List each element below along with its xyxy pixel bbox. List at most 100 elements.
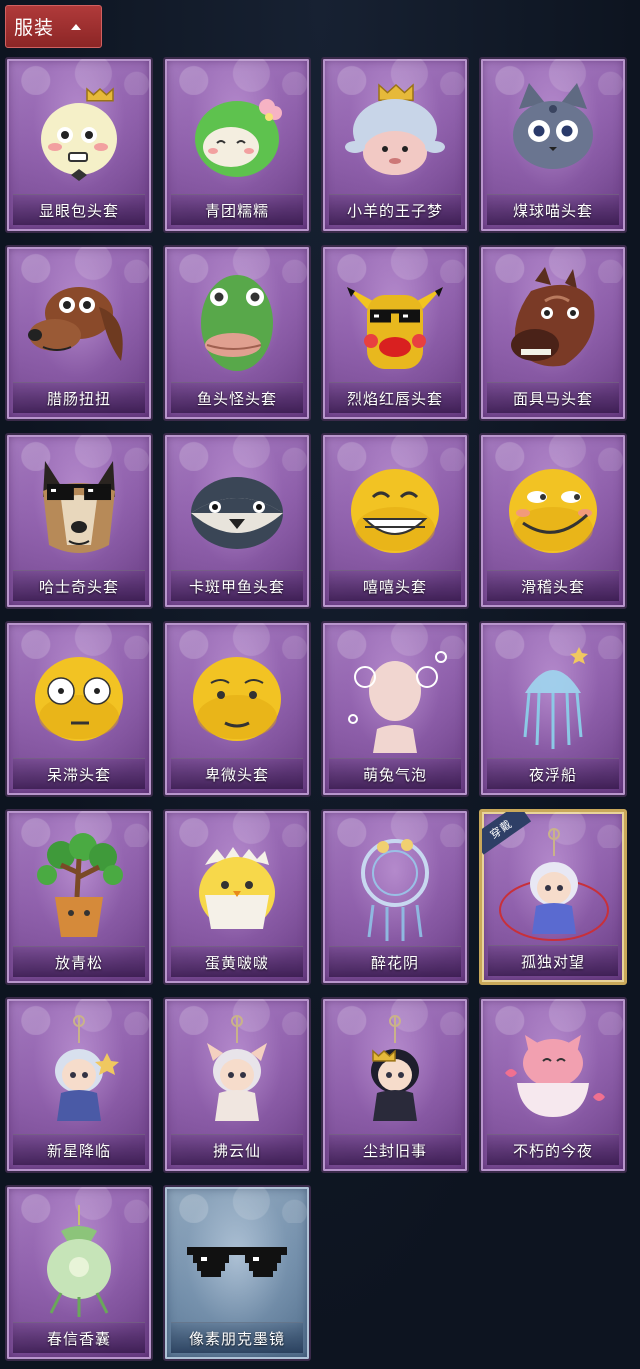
item-label: 滑稽头套 — [520, 577, 585, 596]
item-label: 煤球喵头套 — [512, 201, 593, 220]
item-card[interactable]: 鱼头怪头套 — [163, 245, 311, 421]
item-label-bar: 青团糯糯 — [171, 194, 303, 225]
chick-eggshell-icon — [199, 847, 275, 929]
item-label-bar: 呆滞头套 — [13, 758, 145, 789]
item-label: 小羊的王子梦 — [346, 201, 443, 220]
item-card[interactable]: 煤球喵头套 — [479, 57, 627, 233]
item-card[interactable]: 腊肠扭扭 — [5, 245, 153, 421]
gray-cat-head-icon — [513, 83, 593, 169]
bonsai-pine-icon — [37, 833, 123, 937]
item-card[interactable]: 面具马头套 — [479, 245, 627, 421]
item-card[interactable]: 尘封旧事 — [321, 997, 469, 1173]
item-label: 新星降临 — [46, 1141, 111, 1160]
item-label-bar: 蛋黄啵啵 — [171, 946, 303, 977]
dachshund-head-icon — [28, 287, 123, 361]
item-card[interactable]: 放青松 — [5, 809, 153, 985]
husky-sunglasses-icon — [43, 461, 115, 553]
item-label-bar: 面具马头套 — [487, 382, 619, 413]
item-card[interactable]: 卡斑甲鱼头套 — [163, 433, 311, 609]
chevron-up-icon — [71, 23, 82, 30]
item-label: 放青松 — [54, 953, 103, 972]
item-label: 蛋黄啵啵 — [204, 953, 269, 972]
item-card[interactable]: 拂云仙 — [163, 997, 311, 1173]
jellyfish-icon — [523, 647, 588, 749]
green-blob-flower-icon — [195, 99, 282, 177]
yellow-mouse-sunglasses-icon — [347, 287, 443, 369]
item-label: 青团糯糯 — [204, 201, 269, 220]
item-label: 卑微头套 — [204, 765, 269, 784]
horse-head-icon — [511, 267, 595, 367]
item-label-bar: 显眼包头套 — [13, 194, 145, 225]
fish-head-icon — [201, 275, 273, 371]
item-card[interactable]: 小羊的王子梦 — [321, 57, 469, 233]
item-card[interactable]: 滑稽头套 — [479, 433, 627, 609]
item-label-bar: 萌兔气泡 — [329, 758, 461, 789]
item-card[interactable]: 蛋黄啵啵 — [163, 809, 311, 985]
item-card[interactable]: 哈士奇头套 — [5, 433, 153, 609]
item-label-bar: 煤球喵头套 — [487, 194, 619, 225]
item-label-bar: 不朽的今夜 — [487, 1134, 619, 1165]
item-label: 萌兔气泡 — [362, 765, 427, 784]
item-card[interactable]: 嘻嘻头套 — [321, 433, 469, 609]
item-label-bar: 像素朋克墨镜 — [171, 1322, 303, 1353]
item-label-bar: 拂云仙 — [171, 1134, 303, 1165]
item-label-bar: 卡斑甲鱼头套 — [171, 570, 303, 601]
item-label-bar: 放青松 — [13, 946, 145, 977]
item-card[interactable]: 烈焰红唇头套 — [321, 245, 469, 421]
item-label: 夜浮船 — [528, 765, 577, 784]
sheep-crown-icon — [345, 83, 445, 175]
fox-doll-charm-icon — [207, 1015, 267, 1121]
doll-charm-icon — [499, 828, 609, 941]
item-label-bar: 小羊的王子梦 — [329, 194, 461, 225]
item-label-bar: 春信香囊 — [13, 1322, 145, 1353]
item-label: 嘻嘻头套 — [362, 577, 427, 596]
item-label: 春信香囊 — [46, 1329, 111, 1348]
item-card[interactable]: 青团糯糯 — [163, 57, 311, 233]
item-label: 卡斑甲鱼头套 — [188, 577, 285, 596]
round-face-crown-icon — [41, 87, 117, 181]
item-label: 像素朋克墨镜 — [188, 1329, 285, 1348]
item-label-bar: 卑微头套 — [171, 758, 303, 789]
star-doll-charm-icon — [55, 1015, 119, 1121]
item-card[interactable]: 像素朋克墨镜 — [163, 1185, 311, 1361]
item-label: 拂云仙 — [212, 1141, 261, 1160]
item-label: 醉花阴 — [370, 953, 419, 972]
item-label-bar: 哈士奇头套 — [13, 570, 145, 601]
stare-emoji-icon — [35, 657, 123, 741]
item-label-bar: 新星降临 — [13, 1134, 145, 1165]
item-card[interactable]: 萌兔气泡 — [321, 621, 469, 797]
item-label: 鱼头怪头套 — [196, 389, 277, 408]
pink-cat-bowl-icon — [505, 1035, 605, 1117]
item-label-bar: 夜浮船 — [487, 758, 619, 789]
item-card[interactable]: 醉花阴 — [321, 809, 469, 985]
sachet-icon — [47, 1205, 111, 1317]
item-card[interactable]: 新星降临 — [5, 997, 153, 1173]
item-card[interactable]: 穿戴 孤独对望 — [479, 809, 627, 985]
item-card[interactable]: 不朽的今夜 — [479, 997, 627, 1173]
item-label: 面具马头套 — [512, 389, 593, 408]
item-label: 哈士奇头套 — [38, 577, 119, 596]
item-card[interactable]: 卑微头套 — [163, 621, 311, 797]
section-title: 服装 — [14, 17, 55, 39]
item-label: 呆滞头套 — [46, 765, 111, 784]
item-label-bar: 鱼头怪头套 — [171, 382, 303, 413]
outfit-panel: 服装 显眼包头套 青团糯糯 小羊的王子梦 煤球喵头套 腊肠扭扭 鱼头怪头套 烈焰… — [0, 0, 640, 1369]
sad-emoji-icon — [193, 657, 281, 741]
item-label: 尘封旧事 — [362, 1141, 427, 1160]
item-label: 不朽的今夜 — [512, 1141, 593, 1160]
bunny-bubble-icon — [348, 651, 447, 753]
item-card[interactable]: 显眼包头套 — [5, 57, 153, 233]
item-card[interactable]: 呆滞头套 — [5, 621, 153, 797]
item-label-bar: 嘻嘻头套 — [329, 570, 461, 601]
item-card[interactable]: 春信香囊 — [5, 1185, 153, 1361]
item-label-bar: 烈焰红唇头套 — [329, 382, 461, 413]
item-grid: 显眼包头套 青团糯糯 小羊的王子梦 煤球喵头套 腊肠扭扭 鱼头怪头套 烈焰红唇头… — [5, 57, 635, 1361]
item-label-bar: 滑稽头套 — [487, 570, 619, 601]
item-card[interactable]: 夜浮船 — [479, 621, 627, 797]
item-label: 腊肠扭扭 — [46, 389, 111, 408]
item-label: 烈焰红唇头套 — [346, 389, 443, 408]
item-label-bar: 尘封旧事 — [329, 1134, 461, 1165]
item-label: 显眼包头套 — [38, 201, 119, 220]
section-header-outfit[interactable]: 服装 — [5, 5, 102, 48]
item-label-bar: 醉花阴 — [329, 946, 461, 977]
